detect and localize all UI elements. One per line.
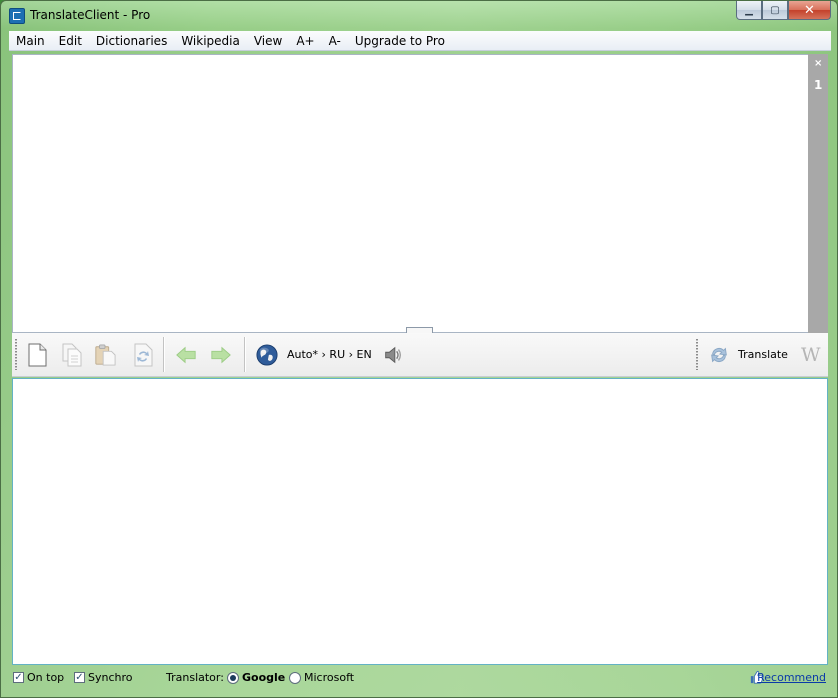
recommend-link[interactable]: Recommend — [757, 671, 826, 684]
toolbar-separator — [244, 337, 246, 372]
caption-buttons: ▁ ▢ ✕ — [736, 1, 831, 20]
swap-icon[interactable] — [132, 343, 154, 367]
microsoft-label: Microsoft — [304, 671, 355, 684]
paste-icon[interactable] — [94, 343, 116, 367]
synchro-label: Synchro — [88, 671, 133, 684]
menu-main[interactable]: Main — [9, 31, 52, 51]
close-button[interactable]: ✕ — [788, 1, 831, 20]
tab-panel: × 1 — [808, 54, 828, 333]
menu-bar: Main Edit Dictionaries Wikipedia View A+… — [9, 31, 831, 51]
title-bar[interactable]: TranslateClient - Pro ▁ ▢ ✕ — [1, 1, 837, 31]
app-window: TranslateClient - Pro ▁ ▢ ✕ Main Edit Di… — [0, 0, 838, 698]
menu-font-decrease[interactable]: A- — [322, 31, 348, 51]
minimize-button[interactable]: ▁ — [736, 1, 762, 20]
language-pair-selector[interactable]: Auto* › RU › EN — [287, 348, 372, 361]
menu-upgrade[interactable]: Upgrade to Pro — [348, 31, 452, 51]
menu-view[interactable]: View — [247, 31, 289, 51]
status-bar: ✓ On top ✓ Synchro Translator: Google Mi… — [9, 667, 831, 691]
maximize-button[interactable]: ▢ — [762, 1, 788, 20]
forward-arrow-icon[interactable] — [210, 343, 232, 367]
microsoft-radio[interactable] — [289, 672, 301, 684]
translate-button[interactable]: Translate — [738, 348, 788, 361]
translator-label: Translator: — [166, 671, 224, 684]
refresh-icon[interactable] — [708, 343, 730, 367]
menu-dictionaries[interactable]: Dictionaries — [89, 31, 174, 51]
toolbar-separator — [163, 337, 165, 372]
menu-wikipedia[interactable]: Wikipedia — [174, 31, 247, 51]
maximize-icon: ▢ — [770, 4, 780, 16]
copy-icon[interactable] — [61, 343, 83, 367]
toolbar-grip[interactable] — [696, 339, 698, 370]
new-document-icon[interactable] — [26, 343, 48, 367]
globe-icon[interactable] — [256, 343, 278, 367]
on-top-checkbox[interactable]: ✓ — [13, 672, 24, 683]
translation-output[interactable] — [12, 378, 828, 665]
speaker-icon[interactable] — [382, 343, 404, 367]
close-icon: ✕ — [804, 2, 815, 18]
wikipedia-icon[interactable]: W — [801, 344, 821, 366]
menu-font-increase[interactable]: A+ — [289, 31, 321, 51]
synchro-checkbox[interactable]: ✓ — [74, 672, 85, 683]
app-logo-icon — [9, 8, 25, 24]
menu-edit[interactable]: Edit — [52, 31, 89, 51]
close-tab-icon[interactable]: × — [814, 58, 822, 69]
tab-number[interactable]: 1 — [814, 78, 822, 92]
on-top-label: On top — [27, 671, 65, 684]
google-radio[interactable] — [227, 672, 239, 684]
toolbar: Auto* › RU › EN Translate W — [12, 333, 828, 377]
window-title: TranslateClient - Pro — [30, 8, 151, 22]
back-arrow-icon[interactable] — [175, 343, 197, 367]
google-label: Google — [242, 671, 286, 684]
minimize-icon: ▁ — [745, 4, 753, 16]
toolbar-grip[interactable] — [15, 339, 17, 370]
source-text-input[interactable] — [12, 54, 818, 333]
